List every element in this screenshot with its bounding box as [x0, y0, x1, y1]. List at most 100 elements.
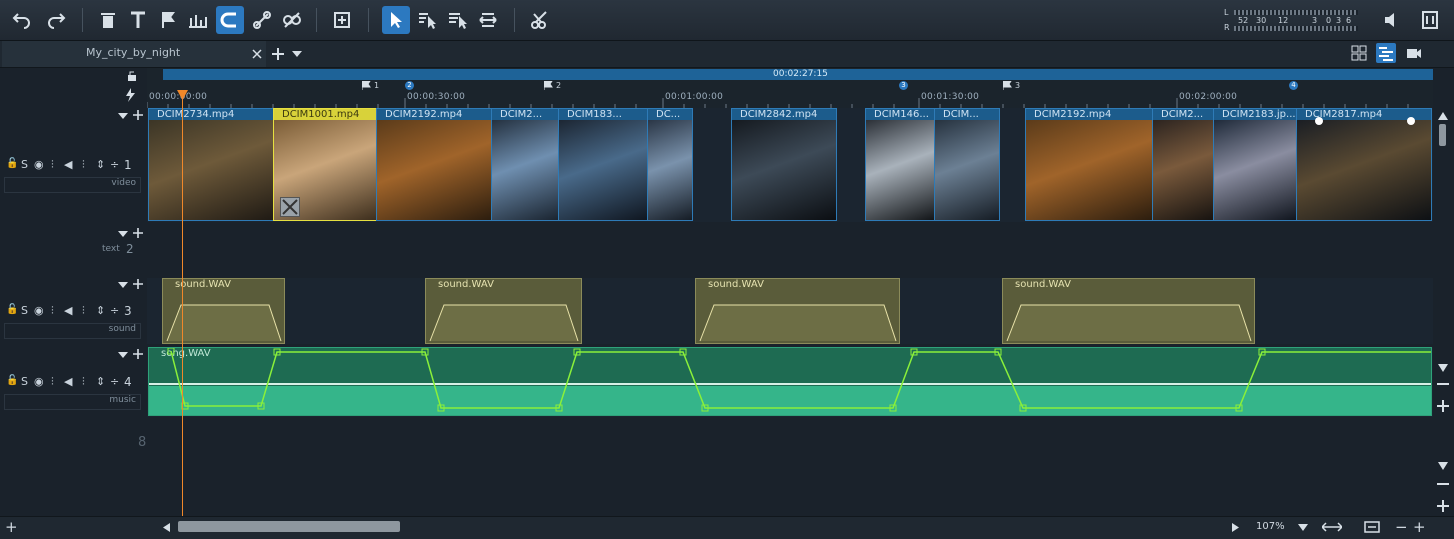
add-icon[interactable]: [133, 349, 143, 359]
scroll-up-icon[interactable]: [1438, 112, 1448, 120]
close-icon[interactable]: [252, 49, 262, 59]
chevron-down-icon[interactable]: [1298, 524, 1308, 531]
fade-handle[interactable]: [1407, 117, 1415, 125]
pointer-button[interactable]: [382, 6, 410, 34]
mute-icon[interactable]: ◀: [64, 158, 72, 171]
sound-clip[interactable]: sound.WAV: [425, 278, 582, 344]
range-bar[interactable]: 00:02:27:15: [163, 69, 1433, 80]
minus-plus-icon[interactable]: ÷: [110, 375, 119, 388]
zoom-level[interactable]: 107%: [1256, 521, 1285, 532]
marker-flag-icon[interactable]: [544, 81, 554, 90]
music-clip[interactable]: song.WAV: [148, 347, 1432, 416]
transition-icon[interactable]: [280, 197, 300, 217]
video-clip[interactable]: DC...: [647, 108, 693, 221]
expand-icon[interactable]: [1437, 400, 1449, 412]
minus-plus-icon[interactable]: ÷: [110, 158, 119, 171]
mixer-panel-button[interactable]: [1416, 6, 1444, 34]
chevron-down-icon[interactable]: [118, 113, 128, 119]
up-down-icon[interactable]: ⇕: [96, 375, 105, 388]
scroll-left-icon[interactable]: [163, 523, 170, 532]
sound-clip[interactable]: sound.WAV: [1002, 278, 1255, 344]
marker-button[interactable]: [154, 6, 182, 34]
marker-flag-icon[interactable]: [362, 81, 372, 90]
sound-clip[interactable]: sound.WAV: [162, 278, 285, 344]
delete-button[interactable]: [94, 6, 122, 34]
video-clip[interactable]: DCIM2734.mp4: [148, 108, 274, 221]
scroll-down-icon[interactable]: [1438, 364, 1448, 372]
video-clip[interactable]: DCIM2192.mp4: [376, 108, 492, 221]
multi-mode-button[interactable]: [444, 6, 472, 34]
lock-icon[interactable]: 🔓: [6, 304, 18, 315]
split-icon[interactable]: ⫶: [82, 375, 85, 389]
eye-icon[interactable]: ◉: [34, 375, 44, 388]
lightning-icon[interactable]: [124, 88, 140, 102]
timeline-view-button[interactable]: [1376, 43, 1396, 63]
lock-icon[interactable]: 🔓: [6, 375, 18, 386]
volume-button[interactable]: [1378, 6, 1406, 34]
title-button[interactable]: [124, 6, 152, 34]
add-tab-icon[interactable]: [272, 48, 284, 60]
video-clip[interactable]: DCIM2183.jp...: [1213, 108, 1297, 221]
minus-plus-icon[interactable]: ÷: [110, 304, 119, 317]
scroll-thumb[interactable]: [1439, 124, 1446, 146]
volume-envelope[interactable]: [696, 291, 899, 343]
video-clip[interactable]: DCIM2842.mp4: [731, 108, 837, 221]
add-icon[interactable]: [133, 228, 143, 238]
collapse-icon[interactable]: [1437, 382, 1449, 386]
split-icon[interactable]: ⫶: [82, 158, 85, 172]
mute-icon[interactable]: ◀: [64, 304, 72, 317]
eye-icon[interactable]: ◉: [34, 158, 44, 171]
track-name-field[interactable]: sound: [4, 323, 141, 339]
video-clip[interactable]: DCIM2...: [1152, 108, 1214, 221]
fx-icon[interactable]: ⫶: [51, 375, 54, 389]
chapter-marker[interactable]: 2: [405, 81, 414, 90]
stretch-mode-button[interactable]: [474, 6, 502, 34]
playhead[interactable]: [182, 90, 183, 516]
video-clip[interactable]: DCIM2817.mp4: [1296, 108, 1432, 221]
video-clip[interactable]: DCIM2192.mp4: [1025, 108, 1153, 221]
chapter-marker[interactable]: 3: [899, 81, 908, 90]
track-name-field[interactable]: music: [4, 394, 141, 410]
grid-view-icon[interactable]: [1351, 45, 1367, 61]
add-icon[interactable]: [133, 110, 143, 120]
fit-project-icon[interactable]: [1364, 521, 1380, 533]
track-height-plus-icon[interactable]: [1437, 500, 1449, 512]
volume-envelope[interactable]: [149, 348, 1431, 415]
track-name-field[interactable]: video: [4, 177, 141, 193]
range-mode-button[interactable]: [414, 6, 442, 34]
up-down-icon[interactable]: ⇕: [96, 158, 105, 171]
up-down-icon[interactable]: ⇕: [96, 304, 105, 317]
fx-icon[interactable]: ⫶: [51, 304, 54, 318]
solo-button[interactable]: S: [21, 304, 28, 317]
chevron-down-icon[interactable]: [118, 282, 128, 288]
insert-mode-button[interactable]: [328, 6, 356, 34]
scroll-down-icon[interactable]: [1438, 462, 1448, 470]
lock-all-icon[interactable]: [126, 70, 138, 82]
project-tab[interactable]: My_city_by_night: [2, 41, 266, 67]
video-clip[interactable]: DCIM2...: [491, 108, 559, 221]
chevron-down-icon[interactable]: [118, 352, 128, 358]
zoom-in-button[interactable]: +: [1413, 518, 1426, 536]
redo-button[interactable]: [42, 6, 70, 34]
playhead-handle-icon[interactable]: [177, 90, 188, 100]
fade-handle[interactable]: [1315, 117, 1323, 125]
video-clip[interactable]: DCIM...: [934, 108, 1000, 221]
magnet-button[interactable]: [216, 6, 244, 34]
solo-button[interactable]: S: [21, 158, 28, 171]
empty-track-lane[interactable]: [147, 420, 1433, 516]
split-icon[interactable]: ⫶: [82, 304, 85, 318]
unlink-button[interactable]: [278, 6, 306, 34]
marker-flag-icon[interactable]: [1003, 81, 1013, 90]
zoom-out-button[interactable]: −: [1395, 518, 1408, 536]
eye-icon[interactable]: ◉: [34, 304, 44, 317]
cut-button[interactable]: [526, 6, 554, 34]
undo-button[interactable]: [8, 6, 36, 34]
add-icon[interactable]: [133, 279, 143, 289]
video-clip-selected[interactable]: DCIM1001.mp4: [273, 108, 377, 221]
chevron-down-icon[interactable]: [292, 50, 302, 58]
horizontal-scroll-thumb[interactable]: [178, 521, 400, 532]
scroll-right-icon[interactable]: [1232, 523, 1239, 532]
mute-icon[interactable]: ◀: [64, 375, 72, 388]
chevron-down-icon[interactable]: [118, 231, 128, 237]
link-button[interactable]: [248, 6, 276, 34]
